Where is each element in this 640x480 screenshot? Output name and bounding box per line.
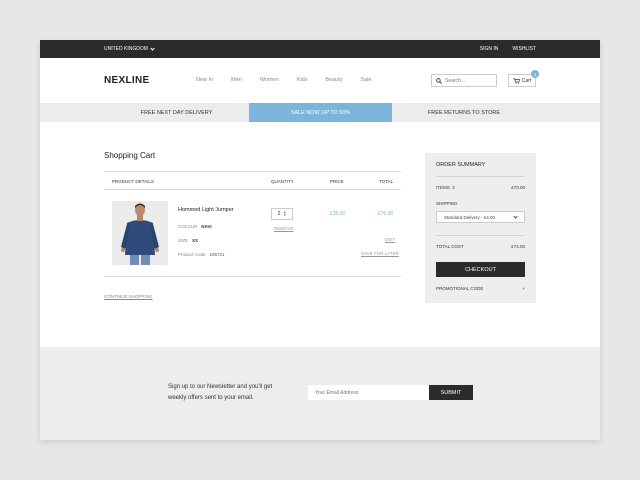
size-value: XS [192, 238, 199, 243]
shipping-label: SHIPPING [436, 201, 458, 206]
product-image[interactable] [112, 201, 168, 265]
nav-item-kids[interactable]: Kids [297, 77, 308, 83]
nav-item-new-in[interactable]: New In [196, 77, 213, 83]
save-for-later-link[interactable]: SAVE FOR LATER [361, 251, 399, 256]
items-total: £70.00 [511, 185, 525, 190]
logo[interactable]: NEXLINE [104, 75, 149, 86]
colour-value: NAVI [201, 224, 212, 229]
product-code: Product Code 185721 [178, 252, 225, 257]
promo-delivery: FREE NEXT DAY DELIVERY [140, 109, 213, 116]
cart-label: Cart [521, 77, 532, 84]
promo-sale-banner[interactable]: SALE NOW UP TO 50% [249, 103, 392, 122]
col-product-details: PRODUCT DETAILS [112, 179, 154, 184]
summary-title: ORDER SUMMARY [436, 162, 486, 168]
col-price: PRICE [330, 179, 344, 184]
total-value: £74.00 [511, 244, 525, 249]
continue-shopping-link[interactable]: CONTINUE SHOPPING [104, 294, 153, 299]
item-total: £70.00 [378, 211, 394, 217]
cart-count-badge: 1 [531, 70, 539, 78]
search-icon [436, 77, 442, 84]
total-row: TOTAL COST £74.00 [436, 244, 525, 249]
product-image-illustration [112, 201, 168, 265]
nav-item-women[interactable]: Women [260, 77, 279, 83]
cart-button[interactable]: Cart 1 [508, 70, 539, 87]
divider [436, 235, 525, 236]
sign-in-link[interactable]: SIGN IN [480, 46, 499, 52]
promo-code-label: PROMOTIONAL CODE [436, 286, 484, 291]
code-label: Product Code [178, 252, 206, 257]
code-value: 185721 [209, 252, 225, 257]
search-input[interactable] [445, 77, 493, 84]
items-count: 2 [452, 185, 455, 190]
search-box[interactable] [431, 74, 497, 87]
items-row: ITEMS 2 £70.00 [436, 185, 525, 190]
region-label: UNITED KINGDOM [104, 46, 148, 52]
cart-table: PRODUCT DETAILS QUANTITY PRICE TOTAL Hom… [104, 171, 401, 277]
account-links: SIGN IN WISHLIST [480, 46, 536, 52]
chevron-down-icon [150, 45, 155, 51]
main-nav: New In Men Women Kids Beauty Sale [196, 77, 390, 83]
page-title: Shopping Cart [104, 151, 156, 160]
top-bar: UNITED KINGDOM SIGN IN WISHLIST [40, 40, 600, 58]
col-total: TOTAL [379, 179, 394, 184]
chevron-down-icon [513, 214, 518, 219]
stepper-arrows-icon[interactable]: ▲ ▼ [283, 211, 286, 217]
product-colour: COLOUR NAVI [178, 224, 212, 229]
cart-icon [513, 77, 520, 84]
quantity-value: 2 [277, 211, 281, 217]
promo-returns: FREE RETURNS TO STORE [427, 109, 501, 116]
divider [436, 176, 525, 177]
promo-code-toggle[interactable]: PROMOTIONAL CODE + [436, 286, 525, 291]
wishlist-link[interactable]: WISHLIST [512, 46, 536, 52]
table-header: PRODUCT DETAILS QUANTITY PRICE TOTAL [104, 171, 401, 190]
quantity-stepper[interactable]: 2 ▲ ▼ [271, 208, 293, 220]
newsletter-text: Sign up to our Newsletter and you'll get… [168, 384, 273, 401]
plus-icon: + [522, 286, 525, 291]
items-label: ITEMS [436, 185, 450, 190]
remove-link[interactable]: REMOVE [274, 226, 294, 231]
submit-button[interactable]: SUBMIT [429, 385, 473, 400]
total-label: TOTAL COST [436, 244, 464, 249]
newsletter-section: Sign up to our Newsletter and you'll get… [40, 347, 600, 440]
colour-label: COLOUR [178, 224, 198, 229]
page-frame: UNITED KINGDOM SIGN IN WISHLIST NEXLINE … [40, 40, 600, 440]
shipping-option: Standard Delivery - £4.00 [444, 214, 496, 220]
edit-link[interactable]: EDIT [385, 237, 395, 242]
checkout-button[interactable]: CHECKOUT [436, 262, 525, 277]
email-field[interactable] [308, 385, 429, 400]
product-size: SIZE XS [178, 238, 198, 243]
nav-item-men[interactable]: Men [231, 77, 242, 83]
col-quantity: QUANTITY [271, 179, 294, 184]
promo-strip: FREE NEXT DAY DELIVERY SALE NOW UP TO 50… [40, 103, 600, 122]
region-selector[interactable]: UNITED KINGDOM [104, 45, 155, 52]
nav-item-sale[interactable]: Sale [361, 77, 372, 83]
product-name[interactable]: Hommed Light Jumper [178, 207, 234, 213]
shipping-select[interactable]: Standard Delivery - £4.00 [436, 211, 525, 223]
item-price: £35.00 [330, 211, 346, 217]
order-summary: ORDER SUMMARY ITEMS 2 £70.00 SHIPPING St… [425, 153, 536, 303]
table-row: Hommed Light Jumper COLOUR NAVI SIZE XS Pr… [104, 190, 401, 277]
size-label: SIZE [178, 238, 189, 243]
nav-item-beauty[interactable]: Beauty [325, 77, 342, 83]
